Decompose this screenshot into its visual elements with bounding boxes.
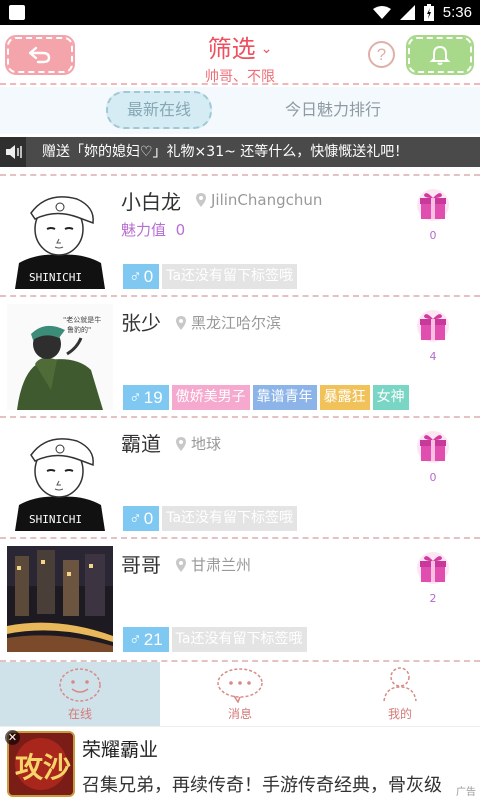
- location-pin-icon: [176, 557, 186, 572]
- svg-text:鲁豹的": 鲁豹的": [67, 325, 91, 334]
- user-location: 地球: [176, 433, 221, 454]
- list-item[interactable]: SHINICHI 霸道 地球 0 ♂ 0 Ta还没有留下标签哦: [0, 416, 480, 537]
- ad-title: 荣耀霸业: [82, 739, 159, 761]
- user-name: 哥哥: [121, 553, 161, 577]
- person-icon: [383, 667, 417, 702]
- gift-icon[interactable]: [416, 551, 450, 585]
- smiley-icon: [59, 668, 101, 702]
- filter-dropdown[interactable]: 筛选 ⌄ 帅哥、不限: [140, 29, 340, 86]
- list-item[interactable]: SHINICHI 小白龙 JilinChangchun 魅力值 0 0 ♂ 0 T…: [0, 174, 480, 295]
- user-name: 小白龙: [121, 190, 181, 214]
- back-arrow-icon: [28, 46, 51, 64]
- male-icon: ♂: [129, 508, 142, 528]
- nav-tab-profile[interactable]: 我的: [320, 662, 480, 726]
- tab-latest-online[interactable]: 最新在线: [106, 91, 212, 129]
- male-icon: ♂: [129, 629, 142, 649]
- tab-bar: 最新在线 今日魅力排行: [0, 87, 480, 134]
- status-bar: 5:36: [0, 0, 480, 25]
- gender-age-badge: ♂ 0: [123, 264, 160, 289]
- gift-ticker[interactable]: 赠送「妳的媳妇♡」礼物×31~ 还等什么，快慷慨送礼吧！: [0, 137, 480, 167]
- nav-label: 消息: [227, 707, 252, 721]
- avatar[interactable]: SHINICHI: [7, 425, 113, 531]
- gift-count: 0: [429, 229, 437, 242]
- gift-count: 2: [429, 592, 437, 605]
- user-name: 霸道: [121, 432, 161, 456]
- gift-icon[interactable]: [416, 188, 450, 222]
- gender-age-badge: ♂ 21: [123, 627, 169, 652]
- notification-icon: [9, 5, 25, 20]
- back-button[interactable]: [5, 35, 75, 75]
- gift-icon[interactable]: [416, 309, 450, 343]
- list-item[interactable]: "老公就是牛 鲁豹的" 张少 黑龙江哈尔滨 4 ♂ 19 傲娇美男子 靠谱青年 暴露…: [0, 295, 480, 416]
- list-item[interactable]: 哥哥 甘肃兰州 2 ♂ 21 Ta还没有留下标签哦: [0, 537, 480, 658]
- ticker-text: 赠送「妳的媳妇♡」礼物×31~ 还等什么，快慷慨送礼吧！: [42, 144, 409, 160]
- nav-label: 我的: [387, 707, 412, 721]
- location-pin-icon: [176, 315, 186, 330]
- gift-count: 4: [429, 350, 437, 363]
- notification-button[interactable]: [406, 35, 474, 75]
- location-pin-icon: [176, 436, 186, 451]
- ad-description: 召集兄弟，再续传奇！手游传奇经典，骨灰级: [82, 775, 442, 796]
- ad-banner[interactable]: 攻沙 ✕ 荣耀霸业 召集兄弟，再续传奇！手游传奇经典，骨灰级 广告: [0, 726, 480, 800]
- avatar[interactable]: "老公就是牛 鲁豹的": [7, 304, 113, 410]
- tag-badge: 女神: [372, 385, 409, 410]
- page-title: 筛选: [207, 35, 256, 63]
- tag-badge: 傲娇美男子: [171, 385, 250, 410]
- nav-tab-messages[interactable]: 消息: [160, 662, 320, 726]
- gift-icon[interactable]: [416, 430, 450, 464]
- location-pin-icon: [196, 193, 206, 207]
- speaker-icon: [6, 145, 22, 159]
- avatar[interactable]: SHINICHI: [7, 183, 113, 289]
- bell-icon: [429, 45, 451, 65]
- ad-mark: 广告: [456, 787, 476, 798]
- user-list: SHINICHI 小白龙 JilinChangchun 魅力值 0 0 ♂ 0 T…: [0, 174, 480, 658]
- male-icon: ♂: [129, 387, 142, 407]
- gender-age-badge: ♂ 19: [123, 385, 169, 410]
- close-icon[interactable]: ✕: [5, 730, 20, 745]
- svg-text:SHINICHI: SHINICHI: [29, 513, 82, 526]
- svg-text:"老公就是牛: "老公就是牛: [63, 315, 101, 324]
- tag-badge: Ta还没有留下标签哦: [162, 506, 298, 531]
- tag-badge: 暴露狂: [319, 385, 370, 410]
- battery-icon: [423, 4, 434, 21]
- bottom-nav: 在线 消息 我的: [0, 660, 480, 726]
- gender-age-badge: ♂ 0: [123, 506, 160, 531]
- status-time: 5:36: [442, 4, 472, 21]
- user-name: 张少: [121, 311, 161, 335]
- header: 筛选 ⌄ 帅哥、不限 ?: [0, 25, 480, 85]
- user-location: 甘肃兰州: [176, 554, 251, 575]
- nav-label: 在线: [67, 707, 92, 721]
- avatar[interactable]: [7, 546, 113, 652]
- speech-bubble-icon: [217, 668, 263, 703]
- filter-summary: 帅哥、不限: [205, 69, 275, 85]
- tag-badge: 靠谱青年: [252, 385, 317, 410]
- nav-tab-online[interactable]: 在线: [0, 662, 160, 726]
- user-location: 黑龙江哈尔滨: [176, 312, 281, 333]
- svg-text:攻沙: 攻沙: [15, 751, 71, 784]
- help-icon[interactable]: ?: [368, 41, 395, 68]
- user-location: JilinChangchun: [196, 191, 322, 209]
- charm-value: 魅力值 0: [121, 221, 186, 239]
- chevron-down-icon: ⌄: [260, 41, 273, 57]
- tag-badge: Ta还没有留下标签哦: [171, 627, 307, 652]
- tag-badge: Ta还没有留下标签哦: [162, 264, 298, 289]
- male-icon: ♂: [129, 266, 142, 286]
- svg-text:SHINICHI: SHINICHI: [29, 271, 82, 284]
- signal-icon: [399, 5, 415, 20]
- wifi-icon: [372, 5, 391, 19]
- tab-daily-charm-ranking[interactable]: 今日魅力排行: [268, 91, 398, 129]
- gift-count: 0: [429, 471, 437, 484]
